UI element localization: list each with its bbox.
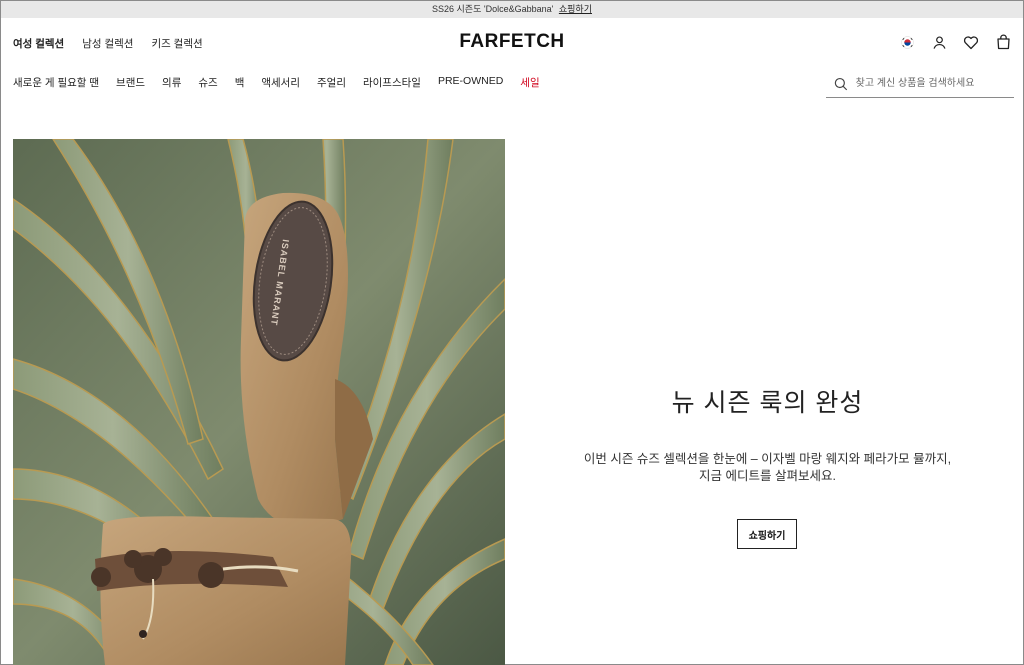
nav-bags[interactable]: 백 — [235, 75, 245, 90]
hero-title: 뉴 시즌 룩의 완성 — [671, 389, 864, 417]
nav-sale[interactable]: 세일 — [520, 75, 539, 90]
nav-lifestyle[interactable]: 라이프스타일 — [363, 75, 421, 90]
search-icon[interactable] — [834, 77, 848, 91]
nav-accessories[interactable]: 액세서리 — [261, 75, 300, 90]
nav-jewelry[interactable]: 주얼리 — [317, 75, 346, 90]
flag-kr-icon[interactable] — [898, 33, 916, 51]
search-input[interactable] — [853, 77, 1014, 90]
promo-shop-link[interactable]: 쇼핑하기 — [559, 4, 592, 14]
hero-image[interactable]: ISABEL MARANT — [13, 139, 505, 665]
gender-tabs: 여성 컬렉션 남성 컬렉션 키즈 컬렉션 — [13, 36, 203, 51]
hero-desc-line1: 이번 시즌 슈즈 셀렉션을 한눈에 – 이자벨 마랑 웨지와 페라가모 뮬까지, — [583, 452, 952, 466]
tab-women[interactable]: 여성 컬렉션 — [13, 36, 64, 51]
bag-icon[interactable] — [994, 33, 1012, 51]
promo-text: SS26 시즌도 'Dolce&Gabbana' — [432, 4, 554, 14]
nav-pre-owned[interactable]: PRE-OWNED — [438, 75, 503, 90]
account-icon[interactable] — [930, 33, 948, 51]
shop-now-button[interactable]: 쇼핑하기 — [737, 519, 797, 549]
farfetch-logo[interactable]: FARFETCH — [459, 31, 564, 52]
hero-desc-line2: 지금 에디트를 살펴보세요. — [699, 469, 836, 483]
nav-shoes[interactable]: 슈즈 — [198, 75, 217, 90]
hero-description: 이번 시즌 슈즈 셀렉션을 한눈에 – 이자벨 마랑 웨지와 페라가모 뮬까지,… — [530, 451, 1005, 485]
wishlist-heart-icon[interactable] — [962, 33, 980, 51]
header-icons — [898, 33, 1012, 51]
promo-banner: SS26 시즌도 'Dolce&Gabbana' 쇼핑하기 — [1, 1, 1023, 18]
category-nav: 새로운 게 필요할 땐 브랜드 의류 슈즈 백 액세서리 주얼리 라이프스타일 … — [13, 75, 540, 90]
nav-brands[interactable]: 브랜드 — [116, 75, 145, 90]
nav-new-in[interactable]: 새로운 게 필요할 땐 — [13, 75, 99, 90]
search-bar — [826, 70, 1014, 98]
tab-kids[interactable]: 키즈 컬렉션 — [151, 36, 202, 51]
nav-clothing[interactable]: 의류 — [162, 75, 181, 90]
tab-men[interactable]: 남성 컬렉션 — [82, 36, 133, 51]
